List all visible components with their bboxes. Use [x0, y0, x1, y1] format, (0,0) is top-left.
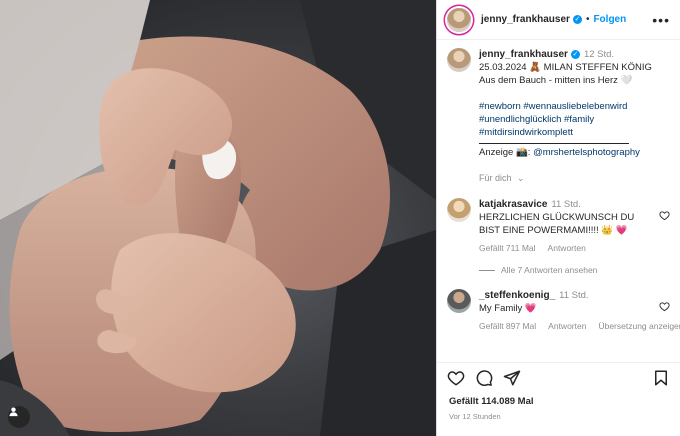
- action-bar: [437, 362, 680, 392]
- chevron-down-icon: ⌄: [517, 173, 525, 183]
- comment-time[interactable]: 11 Std.: [559, 290, 588, 301]
- verified-badge-icon: ✓: [572, 15, 582, 24]
- caption-divider: [479, 143, 629, 144]
- comment-meta: Gefällt 711 Mal Antworten: [479, 243, 670, 253]
- post-side-panel: jenny_frankhauser ✓ • Folgen ••• jenny_f…: [436, 0, 680, 436]
- hashtags-line-1[interactable]: #newborn #wennausliebelebenwird: [479, 101, 627, 112]
- translate-link[interactable]: Für dich ⌄: [479, 173, 670, 184]
- view-replies-label: Alle 7 Antworten ansehen: [501, 265, 598, 275]
- post-timestamp[interactable]: Vor 12 Stunden: [449, 412, 501, 421]
- caption-text: jenny_frankhauser ✓ 12 Std. 25.03.2024 🧸 M…: [479, 48, 670, 159]
- person-icon: [9, 407, 18, 417]
- comment-username[interactable]: _steffenkoenig_: [479, 290, 555, 301]
- share-icon[interactable]: [503, 369, 521, 387]
- separator-dot: •: [585, 14, 590, 25]
- comment-username[interactable]: katjakrasavice: [479, 199, 547, 210]
- comment-item: katjakrasavice 11 Std. HERZLICHEN GLÜCKWU…: [447, 198, 670, 237]
- hands-photo-illustration: [0, 0, 436, 436]
- ad-prefix: Anzeige 📸:: [479, 147, 534, 158]
- replies-line: [479, 269, 495, 271]
- hashtags-line-3[interactable]: #mitdirsindwirkomplett: [479, 127, 573, 138]
- likes-count[interactable]: Gefällt 114.089 Mal: [449, 396, 534, 407]
- post-header: jenny_frankhauser ✓ • Folgen •••: [437, 0, 680, 40]
- verified-badge-icon: ✓: [570, 49, 580, 59]
- caption-time[interactable]: 12 Std.: [584, 49, 614, 60]
- comment-text: katjakrasavice 11 Std. HERZLICHEN GLÜCKWU…: [479, 198, 653, 237]
- author-username[interactable]: jenny_frankhauser: [481, 14, 570, 25]
- like-heart-icon[interactable]: [659, 301, 670, 312]
- show-translation-button[interactable]: Übersetzung anzeigen: [598, 321, 680, 331]
- follow-button[interactable]: Folgen: [593, 14, 626, 25]
- comment-likes[interactable]: Gefällt 897 Mal: [479, 321, 536, 331]
- comment-text: _steffenkoenig_ 11 Std. My Family 💗: [479, 289, 653, 315]
- comment-avatar[interactable]: [447, 198, 471, 222]
- reply-button[interactable]: Antworten: [548, 321, 586, 331]
- comment-icon[interactable]: [475, 369, 493, 387]
- caption-line-1: 25.03.2024 🧸 MILAN STEFFEN KÖNIG: [479, 62, 652, 73]
- comments-section: jenny_frankhauser ✓ 12 Std. 25.03.2024 🧸 M…: [437, 40, 680, 358]
- caption-avatar[interactable]: [447, 48, 471, 72]
- post-photo[interactable]: [0, 0, 436, 436]
- view-replies-button[interactable]: Alle 7 Antworten ansehen: [479, 265, 670, 275]
- bookmark-icon[interactable]: [652, 369, 670, 387]
- tagged-user-icon[interactable]: [8, 406, 30, 428]
- author-avatar[interactable]: [447, 7, 471, 32]
- caption-line-2: Aus dem Bauch - mitten ins Herz 🤍: [479, 75, 633, 86]
- like-heart-icon[interactable]: [447, 369, 465, 387]
- caption-username[interactable]: jenny_frankhauser: [479, 49, 568, 60]
- reply-button[interactable]: Antworten: [548, 243, 586, 253]
- comment-item: _steffenkoenig_ 11 Std. My Family 💗: [447, 289, 670, 315]
- comment-time[interactable]: 11 Std.: [551, 199, 580, 210]
- comment-likes[interactable]: Gefällt 711 Mal: [479, 243, 536, 253]
- ad-mention-link[interactable]: @mrshertelsphotography: [533, 147, 640, 158]
- translate-label: Für dich: [479, 173, 512, 183]
- comment-line-1: My Family 💗: [479, 303, 537, 314]
- comment-line-1: HERZLICHEN GLÜCKWUNSCH DU: [479, 212, 635, 223]
- comment-line-2: BIST EINE POWERMAMI!!!! 👑 💗: [479, 225, 628, 236]
- comment-avatar[interactable]: [447, 289, 471, 313]
- more-options-icon[interactable]: •••: [652, 12, 670, 28]
- hashtags-line-2[interactable]: #unendlichglücklich #family: [479, 114, 594, 125]
- like-heart-icon[interactable]: [659, 210, 670, 221]
- comment-meta: Gefällt 897 Mal Antworten Übersetzung an…: [479, 321, 680, 331]
- caption: jenny_frankhauser ✓ 12 Std. 25.03.2024 🧸 M…: [447, 48, 670, 159]
